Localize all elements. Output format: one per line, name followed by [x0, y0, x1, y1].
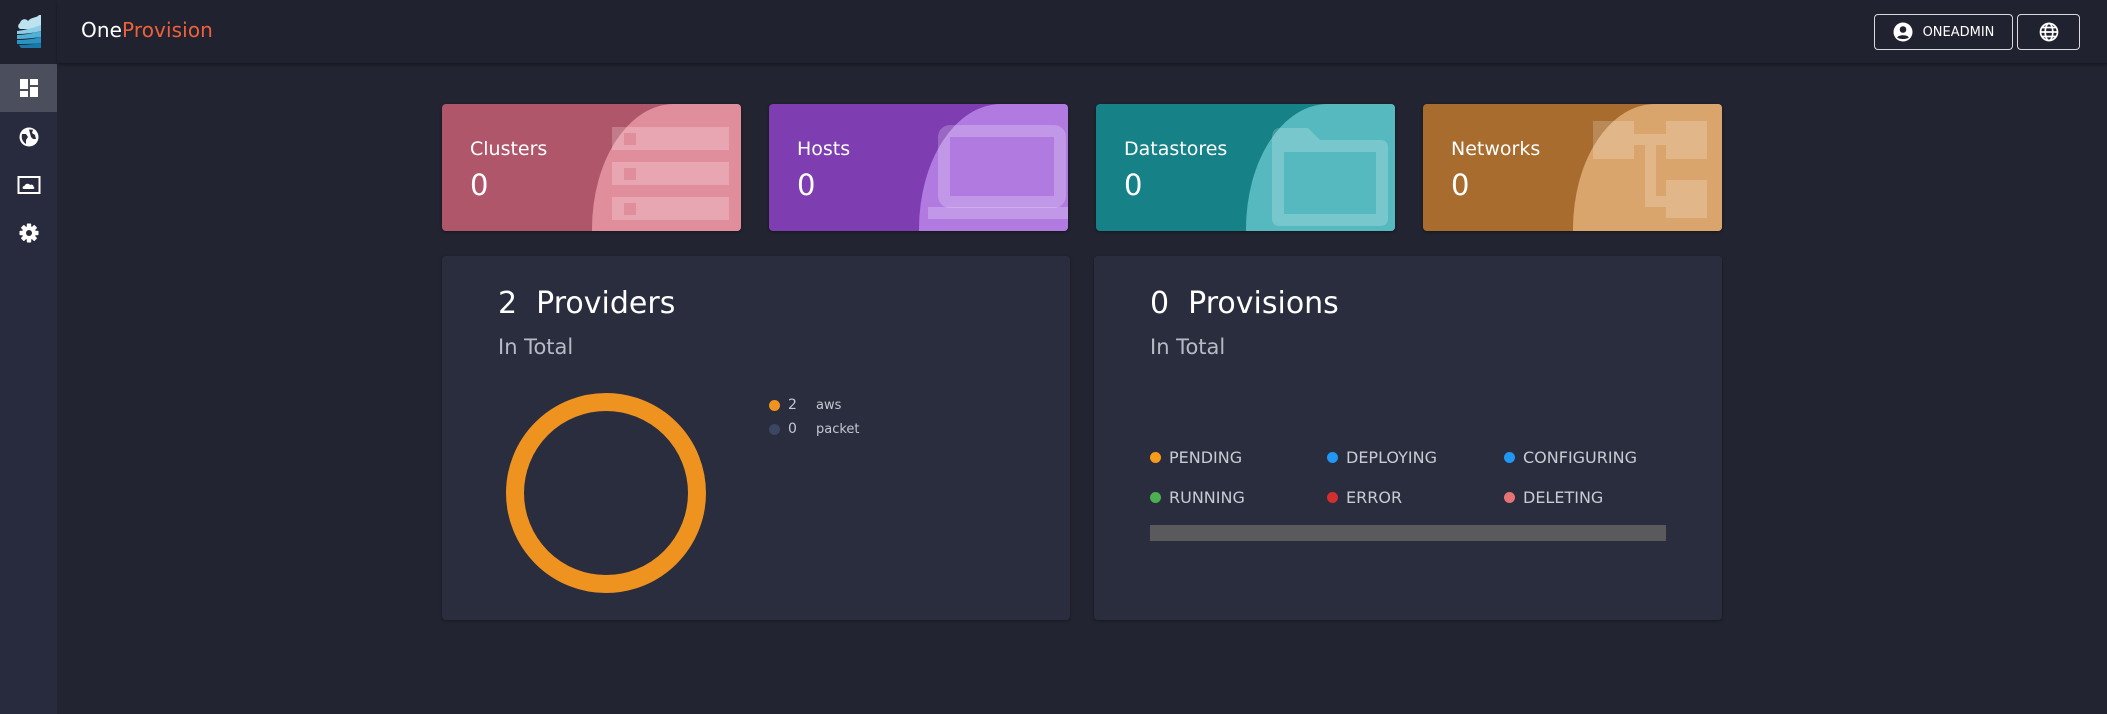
top-header: OneProvision ONEADMIN — [57, 0, 2107, 64]
legend-label: aws — [816, 397, 842, 413]
sidebar — [0, 0, 57, 714]
status-dot — [1504, 452, 1515, 463]
provisions-total: 0 — [1150, 286, 1170, 321]
dashboard-icon — [19, 79, 38, 97]
status-running: RUNNING — [1150, 488, 1245, 507]
sidebar-item-providers[interactable] — [0, 113, 57, 161]
providers-title: 2 Providers — [498, 286, 675, 321]
network-icon — [1593, 121, 1707, 218]
legend-item-packet: 0 packet — [769, 421, 860, 437]
card-networks[interactable]: Networks 0 — [1423, 104, 1722, 231]
app-title: OneProvision — [81, 18, 213, 42]
provisions-title: 0 Provisions — [1150, 286, 1339, 321]
laptop-icon — [928, 125, 1068, 219]
donut-slice-aws[interactable] — [506, 393, 706, 593]
provisions-label: Provisions — [1188, 286, 1339, 321]
status-label: CONFIGURING — [1523, 448, 1637, 467]
card-count: 0 — [470, 168, 489, 202]
status-deploying: DEPLOYING — [1327, 448, 1437, 467]
status-dot — [1150, 452, 1161, 463]
sidebar-item-dashboard[interactable] — [0, 64, 57, 112]
globe-icon — [2039, 22, 2058, 42]
status-label: RUNNING — [1169, 488, 1245, 507]
card-title: Datastores — [1124, 138, 1228, 160]
status-label: DEPLOYING — [1346, 448, 1437, 467]
status-dot — [1504, 492, 1515, 503]
providers-subtitle: In Total — [498, 335, 574, 359]
provisions-subtitle: In Total — [1150, 335, 1226, 359]
user-menu-button[interactable]: ONEADMIN — [1874, 14, 2013, 50]
app-logo[interactable] — [0, 0, 57, 64]
sidebar-item-provisions[interactable] — [0, 161, 57, 209]
globe-icon — [19, 127, 38, 147]
card-count: 0 — [797, 168, 816, 202]
cloud-image-icon — [17, 176, 40, 194]
card-title: Hosts — [797, 138, 851, 160]
app-title-prefix: One — [81, 18, 123, 42]
status-label: DELETING — [1523, 488, 1604, 507]
card-clusters[interactable]: Clusters 0 — [442, 104, 741, 231]
providers-panel: 2 Providers In Total 2 aws 0 packet — [442, 256, 1070, 620]
language-button[interactable] — [2017, 14, 2080, 50]
status-configuring: CONFIGURING — [1504, 448, 1637, 467]
card-count: 0 — [1451, 168, 1470, 202]
legend-value: 2 — [788, 397, 797, 413]
status-dot — [1327, 492, 1338, 503]
opennebula-logo-icon — [16, 15, 41, 48]
provisions-status-bar — [1150, 525, 1666, 541]
server-list-icon — [612, 127, 729, 220]
card-title: Clusters — [470, 138, 548, 160]
card-datastores[interactable]: Datastores 0 — [1096, 104, 1395, 231]
card-count: 0 — [1124, 168, 1143, 202]
status-dot — [1327, 452, 1338, 463]
folder-icon — [1272, 128, 1388, 226]
status-label: PENDING — [1169, 448, 1243, 467]
status-pending: PENDING — [1150, 448, 1242, 467]
status-dot — [1150, 492, 1161, 503]
user-name: ONEADMIN — [1922, 24, 1995, 40]
sidebar-item-settings[interactable] — [0, 209, 57, 257]
card-hosts[interactable]: Hosts 0 — [769, 104, 1068, 231]
status-error: ERROR — [1327, 488, 1402, 507]
legend-label: packet — [816, 421, 860, 437]
legend-dot — [769, 423, 780, 435]
account-circle-icon — [1893, 22, 1913, 42]
providers-total: 2 — [498, 286, 518, 321]
card-title: Networks — [1451, 138, 1541, 160]
legend-item-aws: 2 aws — [769, 397, 841, 413]
gear-icon — [19, 223, 38, 243]
legend-value: 0 — [788, 421, 797, 437]
providers-label: Providers — [536, 286, 676, 321]
providers-donut-chart — [506, 393, 706, 593]
provisions-panel: 0 Provisions In Total PENDING DEPLOYING CO… — [1094, 256, 1722, 620]
status-deleting: DELETING — [1504, 488, 1603, 507]
app-title-suffix: Provision — [122, 18, 213, 42]
legend-dot — [769, 399, 780, 411]
status-label: ERROR — [1346, 488, 1403, 507]
